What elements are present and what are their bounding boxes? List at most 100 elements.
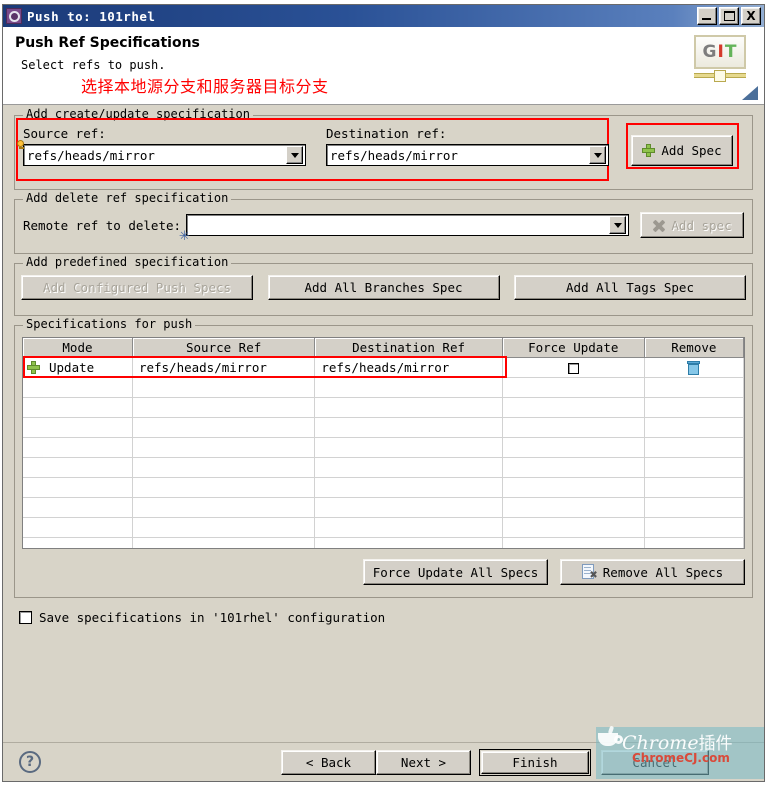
destination-ref-label: Destination ref: [326,126,447,141]
annotation-text: 选择本地源分支和服务器目标分支 [81,77,329,96]
cell-empty [644,417,744,438]
create-update-group-legend: Add create/update specification [23,107,253,121]
cell-empty [23,477,133,498]
cell-empty [23,437,133,458]
table-row-empty[interactable] [23,477,744,498]
navigation-buttons: < Back Next > Finish Cancel [281,749,709,776]
close-button[interactable]: X [741,7,761,25]
cell-force-update[interactable] [502,357,645,378]
cell-empty [644,397,744,418]
add-delete-spec-button: Add spec [640,212,744,238]
add-all-branches-spec-button[interactable]: Add All Branches Spec [267,275,500,300]
cell-empty [23,497,133,518]
cell-empty [644,537,744,548]
maximize-button[interactable] [719,7,739,25]
add-all-tags-spec-label: Add All Tags Spec [566,280,694,295]
back-button[interactable]: < Back [281,750,376,775]
table-row-empty[interactable] [23,537,744,548]
destination-ref-combo[interactable]: refs/heads/mirror [326,144,609,166]
cell-empty [502,417,645,438]
column-header-source-ref[interactable]: Source Ref [132,338,316,358]
cell-destination-ref: refs/heads/mirror [314,357,503,378]
cell-empty [23,417,133,438]
next-button[interactable]: Next > [376,750,471,775]
lightbulb-decorator-icon [17,140,25,150]
next-label: Next > [400,755,447,770]
cell-empty [644,497,744,518]
cell-empty [132,457,316,478]
column-header-mode[interactable]: Mode [23,338,133,358]
source-ref-chevron-down-icon[interactable] [286,146,303,164]
cell-empty [23,397,133,418]
page-subtitle: Select refs to push. [21,58,166,72]
finish-label: Finish [512,755,558,770]
table-row-empty[interactable] [23,397,744,418]
cell-empty [132,417,316,438]
dialog-footer: ? < Back Next > Finish Cancel [3,742,764,781]
cell-empty [502,497,645,518]
plus-icon [27,361,40,374]
add-all-tags-spec-button[interactable]: Add All Tags Spec [514,275,746,300]
table-row-empty[interactable] [23,417,744,438]
add-all-branches-spec-label: Add All Branches Spec [304,280,463,295]
cell-empty [314,537,503,548]
save-specifications-checkbox[interactable] [19,611,32,624]
minimize-button[interactable] [697,7,717,25]
column-header-destination-ref[interactable]: Destination Ref [314,338,503,358]
document-remove-icon: ✖ [581,564,598,581]
table-row[interactable]: Update refs/heads/mirror refs/heads/mirror [23,357,744,378]
add-spec-label: Add Spec [661,143,722,158]
remove-all-specs-button[interactable]: ✖ Remove All Specs [560,559,745,585]
cell-empty [314,497,503,518]
cell-empty [644,377,744,398]
add-spec-button[interactable]: Add Spec [631,135,733,166]
cell-mode-text: Update [49,360,95,375]
page-title: Push Ref Specifications [15,35,200,51]
table-row-empty[interactable] [23,497,744,518]
cell-empty [644,517,744,538]
help-icon[interactable]: ? [19,751,41,773]
cell-empty [23,517,133,538]
cell-empty [23,537,133,548]
destination-ref-chevron-down-icon[interactable] [589,146,606,164]
force-update-checkbox[interactable] [567,363,579,374]
cell-empty [502,377,645,398]
table-row-empty[interactable] [23,457,744,478]
table-row-empty[interactable] [23,517,744,538]
cell-empty [502,477,645,498]
remote-ref-label: Remote ref to delete: [23,217,182,233]
predefined-group: Add predefined specification Add Configu… [14,255,753,316]
column-header-remove[interactable]: Remove [644,338,744,358]
create-update-group: Add create/update specification Source r… [14,107,753,190]
finish-button[interactable]: Finish [481,751,589,774]
title-bar: Push to: 101rhel X [3,5,764,27]
cell-empty [23,457,133,478]
remote-ref-combo[interactable]: ✳ [179,214,629,243]
source-ref-combo[interactable]: refs/heads/mirror [17,140,306,166]
delete-ref-group-legend: Add delete ref specification [23,191,232,205]
save-specifications-row[interactable]: Save specifications in '101rhel' configu… [19,610,753,625]
delete-ref-group: Add delete ref specification Remote ref … [14,191,753,254]
required-asterisk-icon: ✳ [179,229,190,244]
cell-empty [502,397,645,418]
git-logo-g: G [702,42,718,62]
cell-empty [644,477,744,498]
cell-source-ref: refs/heads/mirror [132,357,316,378]
table-row-empty[interactable] [23,437,744,458]
cancel-button[interactable]: Cancel [601,750,709,775]
cell-empty [314,417,503,438]
cell-empty [644,457,744,478]
source-ref-label: Source ref: [23,126,106,141]
column-header-force-update[interactable]: Force Update [502,338,645,358]
force-update-all-specs-button[interactable]: Force Update All Specs [363,559,548,585]
trash-icon[interactable] [687,361,701,376]
close-icon: X [746,9,756,23]
remote-ref-chevron-down-icon[interactable] [609,216,626,234]
cancel-label: Cancel [632,755,678,770]
wizard-banner: Push Ref Specifications Select refs to p… [3,27,764,105]
table-row-empty[interactable] [23,377,744,398]
cell-remove[interactable] [644,357,744,378]
window-title: Push to: 101rhel [27,8,156,24]
cell-empty [132,477,316,498]
push-dialog-window: Push to: 101rhel X Push Ref Specificatio… [2,4,765,782]
